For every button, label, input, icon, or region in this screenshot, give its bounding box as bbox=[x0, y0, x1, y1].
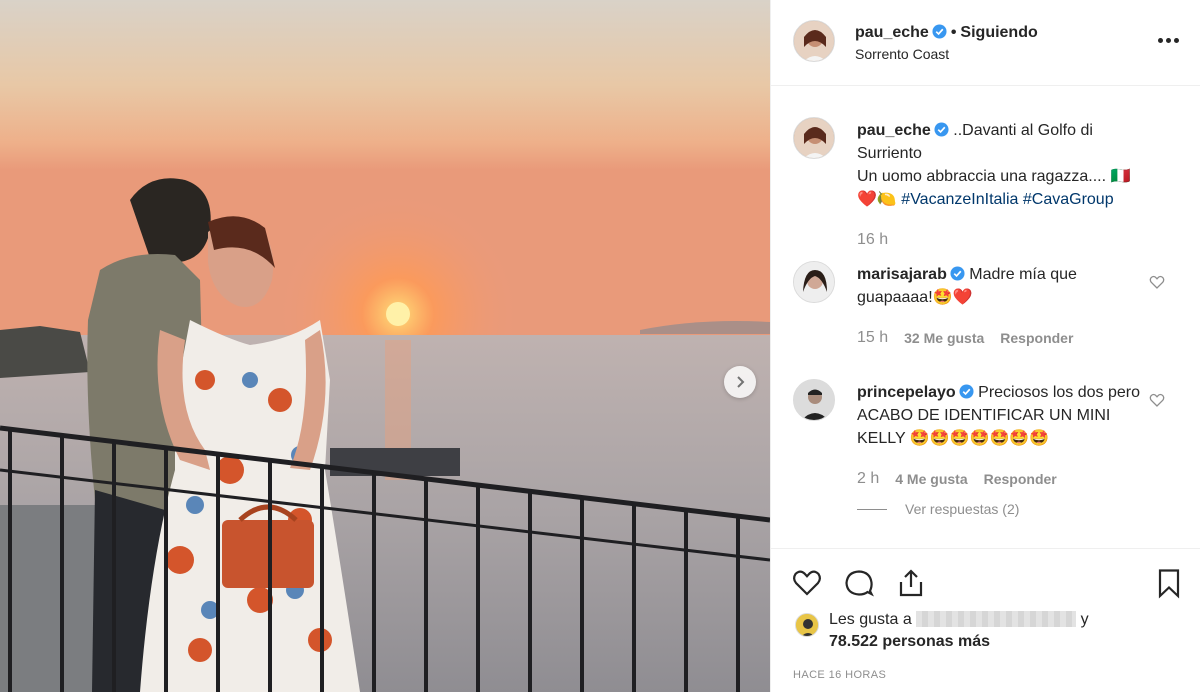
hashtag-link[interactable]: #CavaGroup bbox=[1023, 191, 1114, 208]
heart-icon[interactable] bbox=[1149, 392, 1165, 408]
caption: pau_eche ..Davanti al Golfo di Surriento… bbox=[857, 119, 1147, 211]
comment-likes[interactable]: 32 Me gusta bbox=[904, 330, 984, 346]
avatar[interactable] bbox=[793, 261, 835, 303]
comment-meta: 2 h 4 Me gusta Responder bbox=[857, 470, 1057, 488]
comments-list[interactable]: pau_eche ..Davanti al Golfo di Surriento… bbox=[771, 87, 1200, 545]
reply-button[interactable]: Responder bbox=[984, 471, 1057, 487]
likes-summary: Les gusta a y 78.522 personas más bbox=[795, 609, 1089, 653]
bookmark-icon[interactable] bbox=[1153, 567, 1185, 599]
post-side-panel: pau_eche • Siguiendo Sorrento Coast pau_ec… bbox=[770, 0, 1200, 692]
comment-likes[interactable]: 4 Me gusta bbox=[895, 471, 967, 487]
share-icon[interactable] bbox=[895, 567, 927, 599]
verified-badge-icon bbox=[932, 24, 947, 39]
caption-emojis: ❤️🍋 bbox=[857, 191, 897, 208]
hashtag-link[interactable]: #VacanzeInItalia bbox=[901, 191, 1018, 208]
verified-badge-icon bbox=[950, 266, 965, 281]
avatar[interactable] bbox=[795, 613, 819, 637]
location-link[interactable]: Sorrento Coast bbox=[855, 46, 949, 62]
header-username-row: pau_eche • Siguiendo bbox=[855, 24, 1038, 42]
likes-text: Les gusta a y 78.522 personas más bbox=[829, 609, 1089, 653]
comment: marisajarab Madre mía que guapaaaa!🤩❤️ bbox=[857, 263, 1147, 309]
caption-time[interactable]: 16 h bbox=[857, 231, 888, 249]
likes-prefix: Les gusta a bbox=[829, 611, 912, 628]
caption-meta: 16 h bbox=[857, 231, 888, 249]
heart-icon[interactable] bbox=[791, 567, 823, 599]
post-timestamp[interactable]: HACE 16 HORAS bbox=[793, 669, 886, 681]
comment-time[interactable]: 15 h bbox=[857, 329, 888, 347]
sunset-couple-image bbox=[0, 0, 770, 692]
blurred-username bbox=[916, 611, 1077, 627]
view-replies-button[interactable]: Ver respuestas (2) bbox=[857, 501, 1019, 517]
chevron-right-icon bbox=[737, 376, 745, 388]
comment-time[interactable]: 2 h bbox=[857, 470, 879, 488]
comment-username[interactable]: princepelayo bbox=[857, 384, 956, 401]
avatar[interactable] bbox=[793, 20, 835, 62]
view-replies-label: Ver respuestas (2) bbox=[905, 501, 1020, 517]
reply-button[interactable]: Responder bbox=[1000, 330, 1073, 346]
post-header: pau_eche • Siguiendo Sorrento Coast bbox=[771, 0, 1200, 86]
post-actions: Les gusta a y 78.522 personas más HACE 1… bbox=[771, 548, 1200, 692]
username-link[interactable]: pau_eche bbox=[855, 24, 929, 41]
verified-badge-icon bbox=[959, 384, 974, 399]
following-button[interactable]: Siguiendo bbox=[960, 24, 1037, 41]
caption-line-2: Un uomo abbraccia una ragazza.... 🇮🇹 bbox=[857, 168, 1131, 185]
avatar[interactable] bbox=[793, 117, 835, 159]
caption-username[interactable]: pau_eche bbox=[857, 122, 931, 139]
comment-username[interactable]: marisajarab bbox=[857, 266, 947, 283]
post-photo[interactable] bbox=[0, 0, 770, 692]
likes-suffix: y bbox=[1080, 611, 1089, 628]
comment-icon[interactable] bbox=[843, 567, 875, 599]
separator-dot: • bbox=[950, 24, 957, 41]
verified-badge-icon bbox=[934, 122, 949, 137]
comment-meta: 15 h 32 Me gusta Responder bbox=[857, 329, 1073, 347]
likes-count[interactable]: 78.522 personas más bbox=[829, 633, 990, 650]
comment: princepelayo Preciosos los dos pero ACAB… bbox=[857, 381, 1147, 450]
avatar[interactable] bbox=[793, 379, 835, 421]
heart-icon[interactable] bbox=[1149, 274, 1165, 290]
more-options-icon[interactable] bbox=[1158, 38, 1179, 43]
replies-line bbox=[857, 508, 887, 510]
next-photo-button[interactable] bbox=[724, 366, 756, 398]
